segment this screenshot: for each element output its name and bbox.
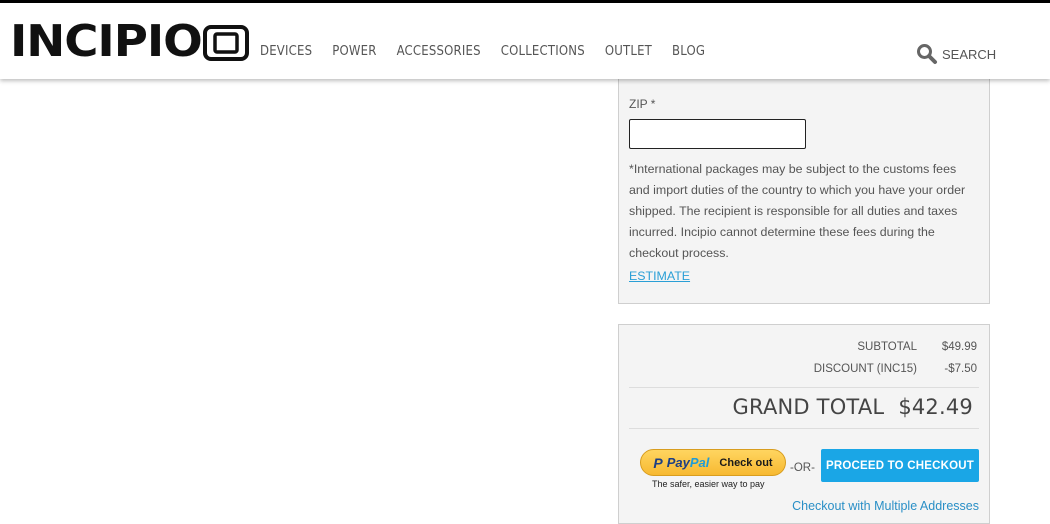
nav-power[interactable]: POWER [322, 44, 386, 59]
nav-accessories[interactable]: ACCESSORIES [387, 44, 491, 59]
discount-row: DISCOUNT (INC15) -$7.50 [814, 363, 977, 375]
paypal-checkout-button[interactable]: P Pay Pal Check out [640, 449, 786, 476]
brand-mark-icon [203, 25, 249, 61]
divider [629, 428, 979, 429]
site-header: INCIPIO DEVICES POWER ACCESSORIES COLLEC… [0, 3, 1050, 79]
brand-wordmark: INCIPIO [10, 16, 203, 67]
search-label: SEARCH [942, 46, 997, 62]
multiple-addresses-link[interactable]: Checkout with Multiple Addresses [792, 499, 979, 513]
grand-total-label: GRAND TOTAL [732, 395, 885, 419]
search-button[interactable]: SEARCH [916, 43, 996, 65]
discount-value: -$7.50 [944, 363, 977, 375]
customs-note: *International packages may be subject t… [629, 162, 966, 260]
order-totals-panel: SUBTOTAL $49.99 DISCOUNT (INC15) -$7.50 … [618, 324, 990, 524]
zip-label: ZIP * [629, 97, 656, 111]
divider [629, 387, 979, 388]
nav-devices[interactable]: DEVICES [250, 44, 322, 59]
zip-input[interactable] [629, 119, 806, 149]
discount-label: DISCOUNT (INC15) [813, 363, 917, 375]
proceed-to-checkout-button[interactable]: PROCEED TO CHECKOUT [821, 449, 979, 482]
or-separator: -OR- [790, 462, 815, 474]
search-icon [917, 44, 937, 64]
grand-total-row: GRAND TOTAL $42.49 [733, 395, 973, 419]
shipping-estimate-panel: ZIP * *International packages may be sub… [618, 70, 990, 304]
paypal-tagline: The safer, easier way to pay [652, 479, 765, 489]
paypal-logo-icon: P [653, 454, 663, 471]
paypal-wordmark-pal: Pal [689, 455, 710, 470]
nav-collections[interactable]: COLLECTIONS [491, 44, 595, 59]
subtotal-row: SUBTOTAL $49.99 [857, 341, 977, 353]
nav-blog[interactable]: BLOG [662, 44, 715, 59]
estimate-link[interactable]: ESTIMATE [629, 269, 690, 283]
brand-logo[interactable]: INCIPIO [10, 20, 249, 64]
paypal-wordmark-pay: Pay [666, 455, 690, 470]
grand-total-value: $42.49 [898, 395, 973, 419]
subtotal-label: SUBTOTAL [857, 341, 917, 353]
subtotal-value: $49.99 [941, 341, 977, 353]
main-nav: DEVICES POWER ACCESSORIES COLLECTIONS OU… [250, 44, 715, 59]
paypal-checkout-label: Check out [719, 456, 773, 469]
nav-outlet[interactable]: OUTLET [595, 44, 662, 59]
